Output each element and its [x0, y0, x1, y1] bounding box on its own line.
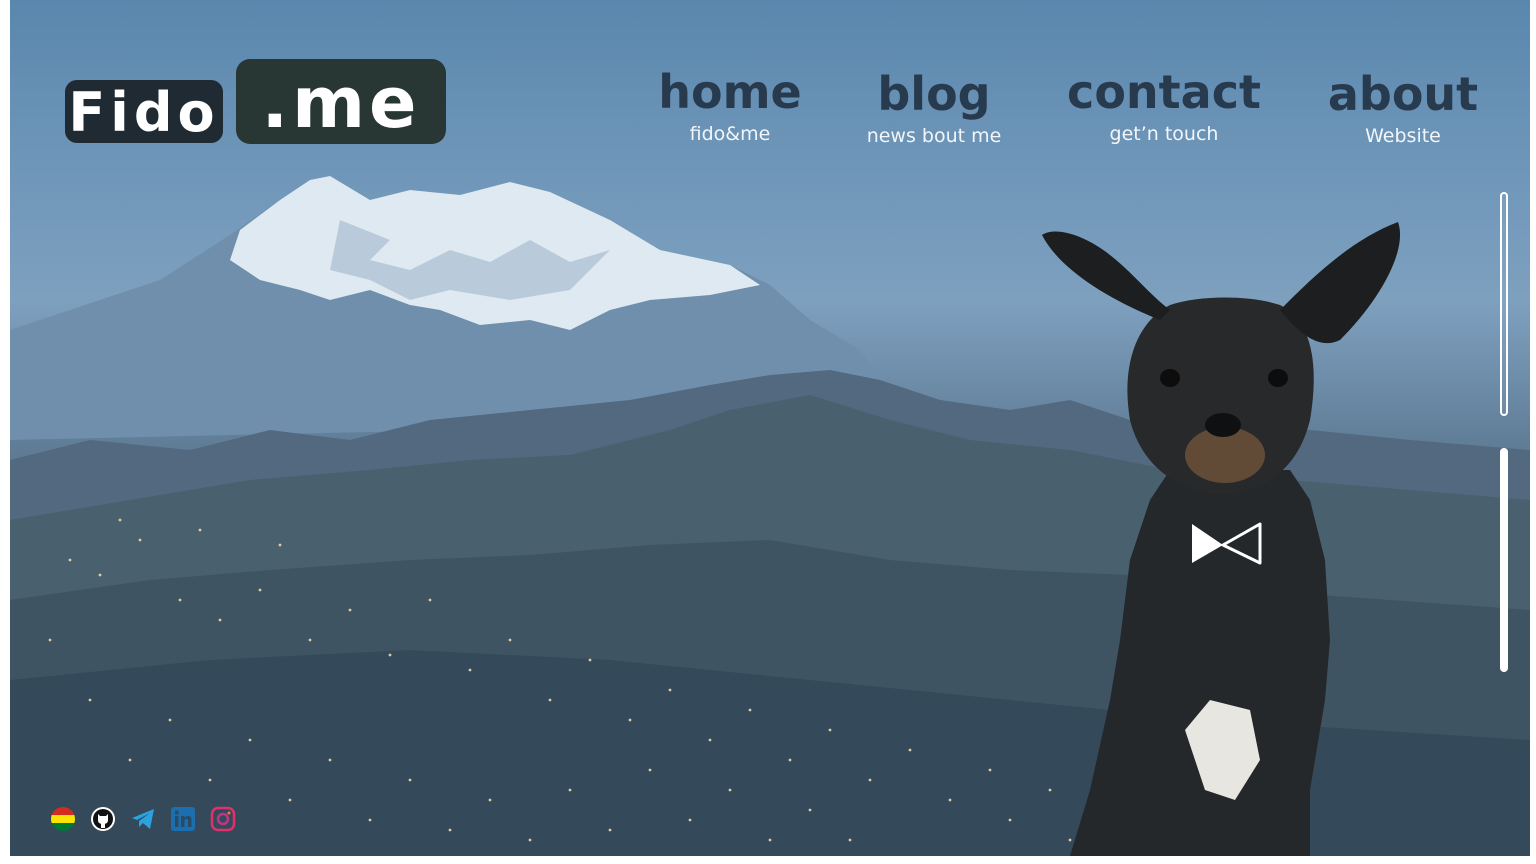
scroll-indicator-2[interactable]	[1500, 448, 1508, 672]
nav-about-title: about	[1327, 67, 1479, 121]
github-icon[interactable]	[90, 806, 116, 832]
nav-about[interactable]: about Website	[1318, 68, 1488, 148]
nav-blog-subtitle: news bout me	[866, 125, 1002, 147]
instagram-icon[interactable]	[210, 806, 236, 832]
nav-about-subtitle: Website	[1365, 125, 1441, 147]
nav-contact[interactable]: contact get’n touch	[1060, 66, 1268, 146]
nav-blog[interactable]: blog news bout me	[856, 68, 1012, 148]
nav-home[interactable]: home fido&me	[650, 66, 810, 146]
logo-me[interactable]: .me	[236, 59, 446, 144]
telegram-icon[interactable]	[130, 806, 156, 832]
nav-home-subtitle: fido&me	[689, 123, 771, 145]
linkedin-icon[interactable]	[170, 806, 196, 832]
nav-blog-title: blog	[877, 67, 991, 121]
logo-fido[interactable]: Fido	[65, 80, 223, 144]
scroll-indicator-1[interactable]	[1500, 192, 1508, 416]
nav-home-title: home	[658, 65, 802, 119]
hero-section: Fido .me home fido&me blog news bout me …	[10, 0, 1530, 856]
bolivia-flag-icon[interactable]	[50, 806, 76, 832]
nav-contact-subtitle: get’n touch	[1109, 123, 1219, 145]
social-links	[50, 806, 236, 832]
nav-contact-title: contact	[1067, 65, 1261, 119]
